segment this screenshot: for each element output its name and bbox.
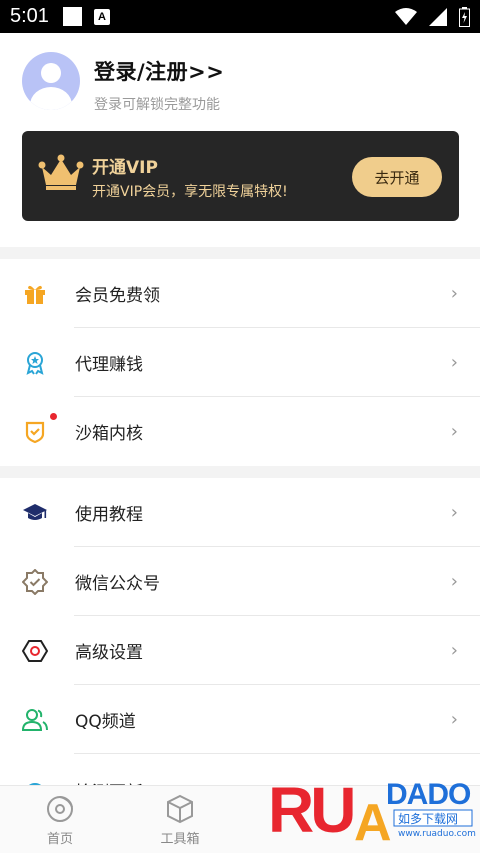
chevron-right-icon: › bbox=[450, 571, 458, 592]
menu-item-agent-earn[interactable]: 代理赚钱 › bbox=[0, 328, 480, 397]
menu-label: 代理赚钱 bbox=[75, 355, 143, 375]
notification-a-icon: A bbox=[93, 8, 110, 25]
nav-label: 首页 bbox=[46, 832, 73, 847]
chevron-right-icon: › bbox=[450, 421, 458, 442]
chevron-right-icon: › bbox=[450, 502, 458, 523]
menu-item-tutorial[interactable]: 使用教程 › bbox=[0, 478, 480, 547]
nav-home[interactable]: 首页 bbox=[25, 794, 95, 847]
menu-label: 微信公众号 bbox=[75, 574, 160, 594]
vip-subtitle: 开通VIP会员，享无限专属特权! bbox=[92, 184, 288, 200]
vip-card[interactable]: 开通VIP 开通VIP会员，享无限专属特权! 去开通 bbox=[22, 131, 459, 221]
section-divider bbox=[0, 247, 480, 259]
section-divider bbox=[0, 466, 480, 478]
notification-dot bbox=[50, 413, 57, 420]
menu-label: 沙箱内核 bbox=[75, 424, 143, 444]
chevron-right-icon: › bbox=[450, 709, 458, 730]
menu-label: QQ频道 bbox=[75, 712, 136, 732]
hexagon-settings-icon bbox=[22, 638, 48, 664]
menu-label: 会员免费领 bbox=[75, 286, 160, 306]
medal-icon bbox=[22, 350, 48, 376]
menu-item-free-membership[interactable]: 会员免费领 › bbox=[0, 259, 480, 328]
profile-header[interactable]: 登录/注册>> 登录可解锁完整功能 bbox=[22, 52, 224, 114]
activate-vip-button[interactable]: 去开通 bbox=[352, 157, 442, 197]
disc-icon bbox=[47, 796, 73, 822]
menu-label: 高级设置 bbox=[75, 643, 143, 663]
status-time: 5:01 bbox=[10, 5, 49, 27]
watermark-logo: RU A DADO 如多下载网 www.ruaduo.com bbox=[268, 774, 476, 852]
menu-item-advanced-settings[interactable]: 高级设置 › bbox=[0, 616, 480, 685]
svg-text:www.ruaduo.com: www.ruaduo.com bbox=[398, 829, 476, 839]
svg-text:DADO: DADO bbox=[386, 778, 471, 811]
status-bar: 5:01 A bbox=[0, 0, 480, 33]
crown-icon bbox=[38, 154, 84, 190]
avatar[interactable] bbox=[22, 52, 80, 110]
box-icon bbox=[167, 794, 193, 824]
users-icon bbox=[22, 707, 48, 733]
menu-item-sandbox-kernel[interactable]: 沙箱内核 › bbox=[0, 397, 480, 466]
graduation-cap-icon bbox=[22, 500, 48, 526]
svg-text:RU: RU bbox=[268, 774, 353, 846]
wifi-icon bbox=[395, 7, 417, 25]
chevron-right-icon: › bbox=[450, 352, 458, 373]
menu-label: 使用教程 bbox=[75, 505, 143, 525]
svg-text:如多下载网: 如多下载网 bbox=[398, 811, 458, 826]
nav-label: 工具箱 bbox=[160, 832, 200, 847]
badge-check-icon bbox=[22, 568, 48, 595]
menu-item-qq-channel[interactable]: QQ频道 › bbox=[0, 685, 480, 754]
chevron-right-icon: › bbox=[450, 640, 458, 661]
notification-square-icon bbox=[62, 7, 82, 26]
chevron-right-icon: › bbox=[450, 283, 458, 304]
login-hint: 登录可解锁完整功能 bbox=[94, 97, 220, 113]
login-register-link[interactable]: 登录/注册>> bbox=[94, 56, 224, 86]
shield-icon bbox=[22, 419, 48, 445]
nav-toolbox[interactable]: 工具箱 bbox=[145, 794, 215, 847]
battery-icon bbox=[459, 6, 470, 27]
gift-icon bbox=[22, 281, 48, 307]
menu-item-wechat-official[interactable]: 微信公众号 › bbox=[0, 547, 480, 616]
vip-title: 开通VIP bbox=[92, 158, 158, 178]
signal-icon bbox=[429, 7, 447, 26]
